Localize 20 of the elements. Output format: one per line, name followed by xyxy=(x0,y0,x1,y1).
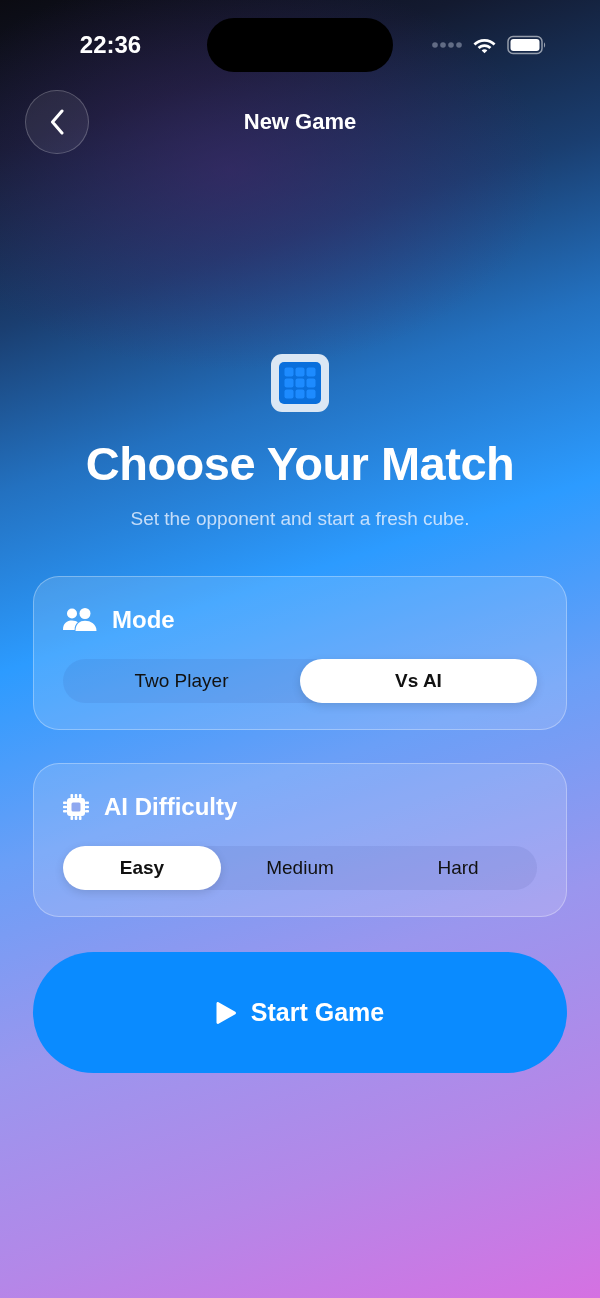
hero-subtitle: Set the opponent and start a fresh cube. xyxy=(130,507,470,531)
battery-icon xyxy=(507,35,547,55)
card-title: Mode xyxy=(112,605,175,635)
card-title: AI Difficulty xyxy=(104,792,238,822)
segment-option[interactable]: Easy xyxy=(63,846,221,890)
people-icon xyxy=(63,608,97,632)
chip-icon xyxy=(63,794,89,820)
segment-option[interactable]: Hard xyxy=(379,846,537,890)
wifi-icon xyxy=(472,36,497,54)
status-time: 22:36 xyxy=(79,31,142,59)
signal-icon xyxy=(432,42,462,48)
grid-icon xyxy=(271,354,329,412)
segment-option[interactable]: Medium xyxy=(221,846,379,890)
hero-title: Choose Your Match xyxy=(85,436,515,492)
segment-option[interactable]: Two Player xyxy=(63,659,300,703)
segment-option[interactable]: Vs AI xyxy=(300,659,537,703)
play-icon xyxy=(215,1000,237,1025)
chevron-left-icon xyxy=(50,109,64,135)
screen-title: New Game xyxy=(243,109,357,135)
start-game-label: Start Game xyxy=(250,998,385,1027)
